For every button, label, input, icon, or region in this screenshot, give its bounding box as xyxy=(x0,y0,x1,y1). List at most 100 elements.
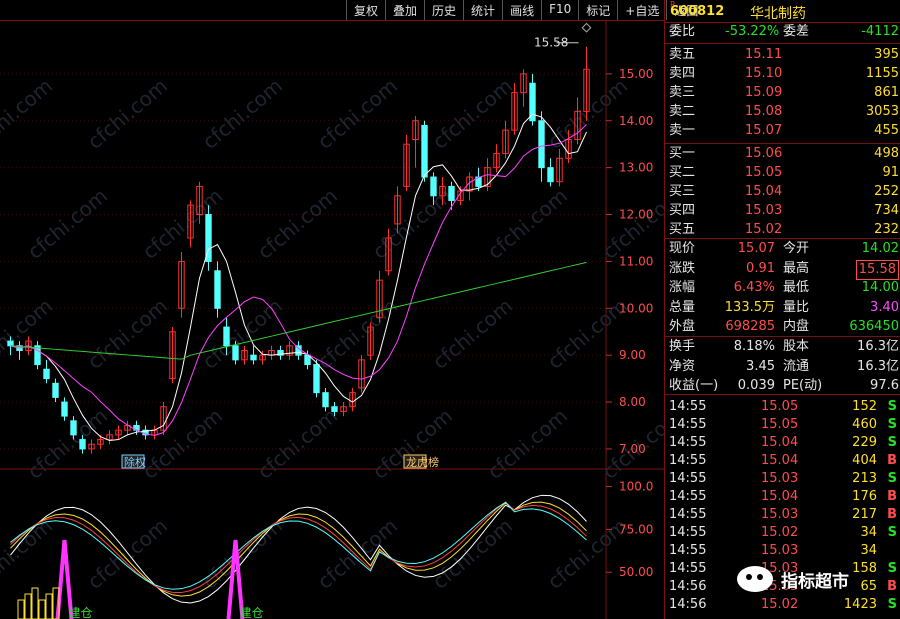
stat-value: 6.43% xyxy=(733,280,775,295)
stat-value: 14.02 xyxy=(861,241,899,256)
candle-body xyxy=(538,120,545,169)
price-axis-label: 10.00 xyxy=(619,301,653,315)
watermark-text: 指标超市 xyxy=(781,571,849,592)
stat-label: 流通 xyxy=(783,358,810,374)
bid-row[interactable]: 买三 15.04 252 xyxy=(665,183,900,201)
tick-price: 15.02 xyxy=(761,525,799,540)
history-button[interactable]: 历史 xyxy=(424,0,463,20)
tick-volume: 158 xyxy=(852,561,877,576)
bid-label: 买五 xyxy=(669,222,696,237)
volume-bar xyxy=(38,599,46,619)
stat-value: 16.3亿 xyxy=(857,339,899,354)
tick-price: 15.03 xyxy=(761,471,799,486)
ask-volume: 455 xyxy=(874,123,899,138)
add-watchlist-button[interactable]: +自选 xyxy=(617,0,666,20)
bid-label: 买一 xyxy=(669,146,696,161)
indicator-axis-label: 50.00 xyxy=(619,565,653,579)
candle-body xyxy=(331,406,338,412)
stat-label: 量比 xyxy=(783,299,810,315)
tick-row[interactable]: 14:55 15.04 229 S xyxy=(665,434,900,452)
price-axis-label: 15.00 xyxy=(619,67,653,81)
tick-side: S xyxy=(887,417,897,432)
tick-row[interactable]: 14:55 15.03 34 xyxy=(665,542,900,560)
ask-row[interactable]: 卖四 15.10 1155 xyxy=(665,65,900,83)
watermark-text: cfchi.com xyxy=(483,184,572,264)
candle-body xyxy=(430,176,437,197)
draw-line-button[interactable]: 画线 xyxy=(502,0,541,20)
restore-rights-button[interactable]: 复权 xyxy=(346,0,385,20)
bid-price: 15.06 xyxy=(745,146,783,161)
stat-row: 收益(一) 0.039 PE(动) 97.6 xyxy=(665,377,900,395)
chart-toolbar: 复权 叠加 历史 统计 画线 F10 标记 +自选 返回 xyxy=(346,0,705,20)
tick-row[interactable]: 14:55 15.05 152 S xyxy=(665,398,900,416)
watermark-text: cfchi.com xyxy=(428,294,517,374)
ask-row[interactable]: 卖五 15.11 395 xyxy=(665,46,900,64)
bid-row[interactable]: 买四 15.03 734 xyxy=(665,202,900,220)
price-axis-label: 9.00 xyxy=(619,348,646,362)
stat-label: 外盘 xyxy=(669,319,696,334)
ask-row[interactable]: 卖一 15.07 455 xyxy=(665,122,900,140)
bid-row[interactable]: 买一 15.06 498 xyxy=(665,145,900,163)
watermark-text: cfchi.com xyxy=(598,184,664,264)
stat-label: 涨跌 xyxy=(669,260,696,276)
ask-volume: 395 xyxy=(874,47,899,62)
statistics-button[interactable]: 统计 xyxy=(463,0,502,20)
tick-row[interactable]: 14:55 15.04 176 B xyxy=(665,488,900,506)
watermark-text: cfchi.com xyxy=(483,404,572,484)
volume-bar xyxy=(17,599,25,619)
tick-time: 14:55 xyxy=(669,417,707,432)
bid-row[interactable]: 买五 15.02 232 xyxy=(665,221,900,239)
tick-volume: 1423 xyxy=(843,597,877,612)
price-axis-label: 14.00 xyxy=(619,114,653,128)
watermark-text: cfchi.com xyxy=(313,74,402,154)
tick-time: 14:55 xyxy=(669,453,707,468)
ask-price: 15.10 xyxy=(745,66,783,81)
candle-body xyxy=(421,124,428,178)
kline-chart[interactable]: cfchi.com cfchi.com cfchi.com cfchi.com cfch… xyxy=(0,0,664,619)
watermark-text: cfchi.com xyxy=(138,184,227,264)
tick-volume: 34 xyxy=(860,543,877,558)
stock-header: R 600812 华北制药 xyxy=(665,0,900,22)
candle-body xyxy=(322,392,329,408)
build-position-label: 建仓 xyxy=(240,606,264,619)
watermark-text: cfchi.com xyxy=(0,514,57,594)
tick-row[interactable]: 14:55 15.03 213 S xyxy=(665,470,900,488)
tick-volume: 229 xyxy=(852,435,877,450)
watermark-text: cfchi.com xyxy=(428,74,517,154)
tick-row[interactable]: 14:55 15.02 34 S xyxy=(665,524,900,542)
ask-label: 卖五 xyxy=(669,47,696,62)
volume-bar xyxy=(24,593,32,619)
stock-code[interactable]: 600812 xyxy=(670,4,724,19)
bid-label: 买三 xyxy=(669,184,696,199)
stock-name[interactable]: 华北制药 xyxy=(750,3,806,23)
tick-price: 15.03 xyxy=(761,507,799,522)
tick-price: 15.03 xyxy=(761,543,799,558)
stat-value: 698285 xyxy=(725,319,775,334)
price-axis-label: 13.00 xyxy=(619,161,653,175)
tick-time: 14:56 xyxy=(669,597,707,612)
stat-value: 15.58 xyxy=(855,259,899,280)
bid-price: 15.03 xyxy=(745,203,783,218)
weicha-label: 委差 xyxy=(783,24,810,39)
tick-row[interactable]: 14:55 15.03 217 B xyxy=(665,506,900,524)
tick-row[interactable]: 14:56 15.02 1423 S xyxy=(665,596,900,614)
overlay-button[interactable]: 叠加 xyxy=(385,0,424,20)
quote-panel: R 600812 华北制药 委比 -53.22% 委差 -4112 卖五 15.1… xyxy=(664,0,900,619)
ask-label: 卖二 xyxy=(669,104,696,119)
ask-row[interactable]: 卖三 15.09 861 xyxy=(665,84,900,102)
mark-button[interactable]: 标记 xyxy=(578,0,617,20)
tick-row[interactable]: 14:55 15.04 404 B xyxy=(665,452,900,470)
ask-row[interactable]: 卖二 15.08 3053 xyxy=(665,103,900,121)
watermark-text: cfchi.com xyxy=(0,294,57,374)
watermark-text: cfchi.com xyxy=(368,404,457,484)
tick-row[interactable]: 14:55 15.05 460 S xyxy=(665,416,900,434)
watermark-text: cfchi.com xyxy=(253,184,342,264)
ask-volume: 861 xyxy=(874,85,899,100)
bid-price: 15.04 xyxy=(745,184,783,199)
candle-body xyxy=(34,345,41,366)
tick-time: 14:55 xyxy=(669,471,707,486)
bid-row[interactable]: 买二 15.05 91 xyxy=(665,164,900,182)
stat-row: 外盘 698285 内盘 636450 xyxy=(665,318,900,336)
candle-body xyxy=(232,345,239,361)
f10-button[interactable]: F10 xyxy=(541,0,578,20)
